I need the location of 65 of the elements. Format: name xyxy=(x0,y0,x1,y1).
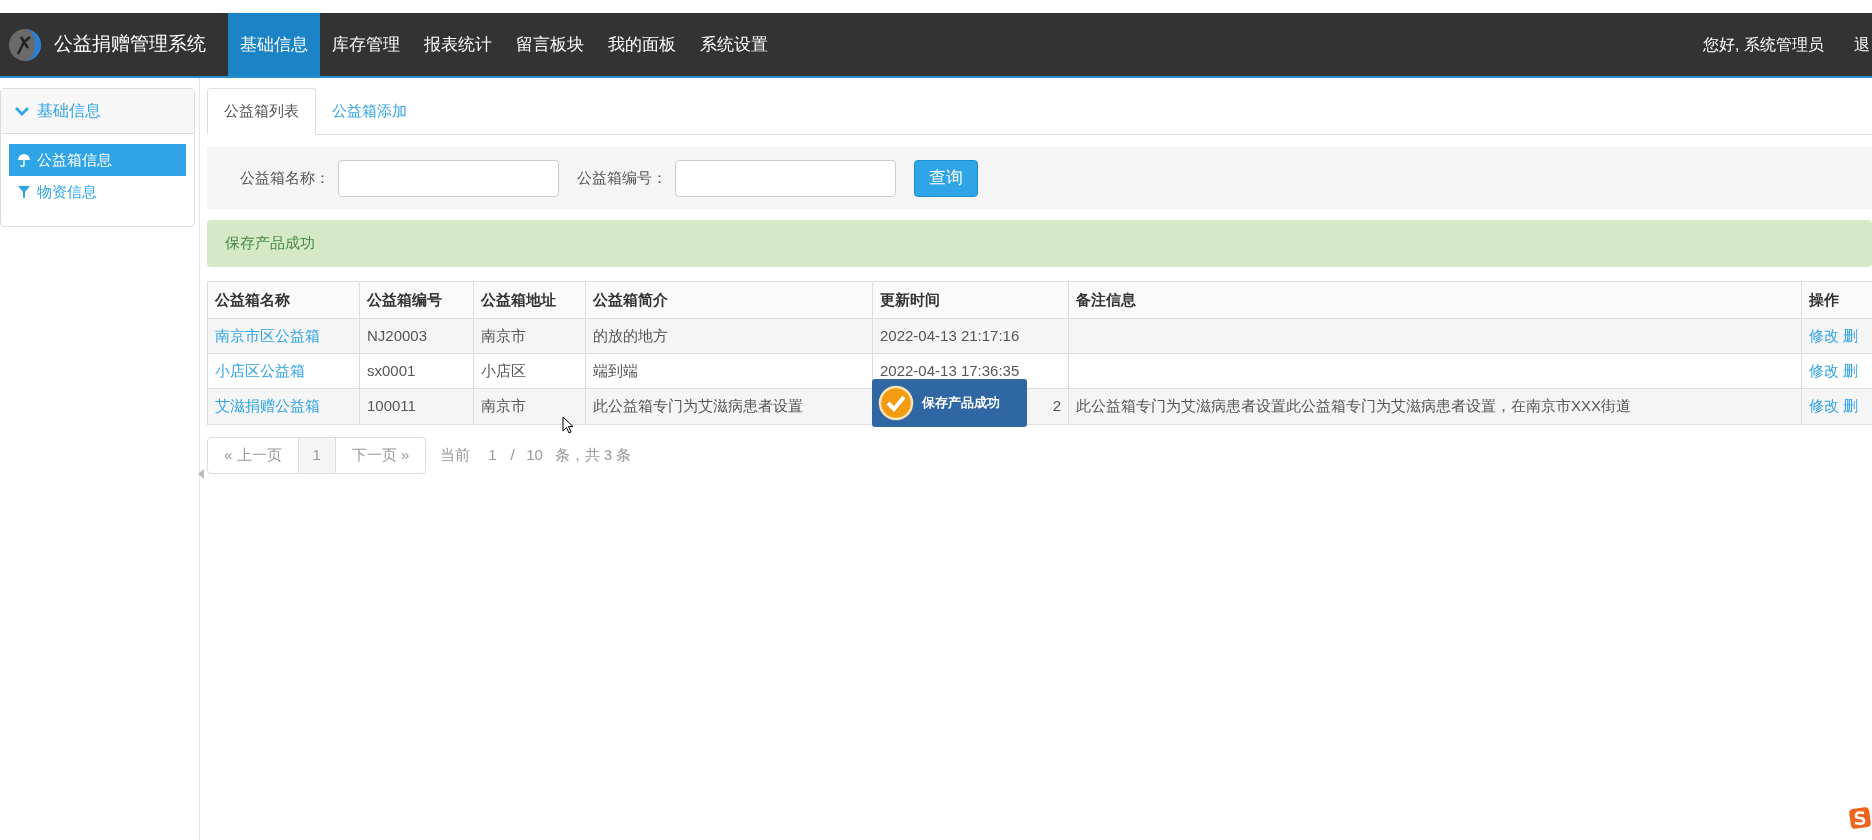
column-header: 更新时间 xyxy=(873,282,1069,318)
logo-icon xyxy=(8,27,42,62)
greeting-text: 您好, 系统管理员 xyxy=(1703,34,1824,55)
app-title: 公益捐赠管理系统 xyxy=(54,32,206,57)
box-name-link[interactable]: 南京市区公益箱 xyxy=(215,324,320,348)
toast-message: 保存产品成功 xyxy=(922,394,1000,413)
check-icon xyxy=(878,385,914,421)
umbrella-icon xyxy=(17,153,31,167)
record-summary: 条，共 3 条 xyxy=(554,445,632,466)
column-header: 公益箱简介 xyxy=(586,282,873,318)
sidebar-header[interactable]: 基础信息 xyxy=(1,89,194,134)
box-name-link[interactable]: 小店区公益箱 xyxy=(215,359,305,383)
table-cell-text: 此公益箱专门为艾滋病患者设置此公益箱专门为艾滋病患者设置，在南京市XXX街道 xyxy=(1076,396,1631,417)
current-page-field[interactable]: 1 xyxy=(474,444,511,467)
table-cell-text: 2 xyxy=(1052,396,1061,417)
nav-item[interactable]: 库存管理 xyxy=(320,13,412,76)
column-header: 公益箱名称 xyxy=(208,282,360,318)
table-cell-text: 的放的地方 xyxy=(593,325,668,346)
table-cell-text: 2022-04-13 21:17:16 xyxy=(880,325,1020,346)
chevron-icon xyxy=(15,106,29,116)
nav-item[interactable]: 留言板块 xyxy=(504,13,596,76)
logout-link[interactable]: 退 xyxy=(1854,32,1870,57)
page-separator: / xyxy=(510,445,515,466)
alert-message: 保存产品成功 xyxy=(225,233,315,254)
sidebar-toggle-icon xyxy=(198,469,204,479)
query-button[interactable]: 查询 xyxy=(914,159,978,197)
next-page-button[interactable]: 下一页 » xyxy=(335,438,426,473)
tab[interactable]: 公益箱添加 xyxy=(316,88,423,134)
box-name-link[interactable]: 艾滋捐赠公益箱 xyxy=(215,395,320,418)
search-field[interactable] xyxy=(338,159,559,197)
table-cell-text: 100011 xyxy=(367,396,416,417)
current-label: 当前 xyxy=(440,445,471,466)
nav-item[interactable]: 我的面板 xyxy=(596,13,688,76)
table-cell-text: 南京市 xyxy=(481,325,526,346)
nav-item[interactable]: 系统设置 xyxy=(688,13,780,76)
prev-page-button[interactable]: « 上一页 xyxy=(208,438,299,473)
field-label: 公益箱编号： xyxy=(577,167,667,188)
action-link[interactable]: 修改 xyxy=(1809,324,1839,348)
column-header: 操作 xyxy=(1802,282,1872,318)
sidebar-item[interactable]: 物资信息 xyxy=(9,176,186,208)
page-size-field[interactable]: 10 xyxy=(514,444,555,467)
nav-item[interactable]: 基础信息 xyxy=(228,13,320,76)
action-link[interactable]: 修改 xyxy=(1809,359,1839,383)
sidebar-title: 基础信息 xyxy=(37,101,101,121)
action-link[interactable]: 删 xyxy=(1843,324,1858,348)
column-header: 公益箱编号 xyxy=(360,282,474,318)
table-cell-text: sx0001 xyxy=(367,360,416,381)
nav-item[interactable]: 报表统计 xyxy=(412,13,504,76)
filter-icon xyxy=(17,185,31,199)
search-field[interactable] xyxy=(675,159,896,197)
action-link[interactable]: 删 xyxy=(1843,359,1858,383)
action-link[interactable]: 删 xyxy=(1843,395,1858,418)
page-number[interactable]: 1 xyxy=(298,438,336,473)
table-cell-text: 小店区 xyxy=(481,360,526,381)
table-cell-text: 端到端 xyxy=(593,360,638,381)
table-cell-text: 南京市 xyxy=(481,396,526,417)
table-cell-text: 此公益箱专门为艾滋病患者设置 xyxy=(593,396,803,417)
table-cell-text: NJ20003 xyxy=(367,325,428,346)
tab[interactable]: 公益箱列表 xyxy=(207,88,316,135)
table-cell-text: 2022-04-13 17:36:35 xyxy=(880,360,1020,381)
action-link[interactable]: 修改 xyxy=(1809,395,1839,418)
sidebar-item[interactable]: 公益箱信息 xyxy=(9,144,186,176)
column-header: 公益箱地址 xyxy=(474,282,586,318)
column-header: 备注信息 xyxy=(1069,282,1802,318)
field-label: 公益箱名称： xyxy=(240,167,330,188)
